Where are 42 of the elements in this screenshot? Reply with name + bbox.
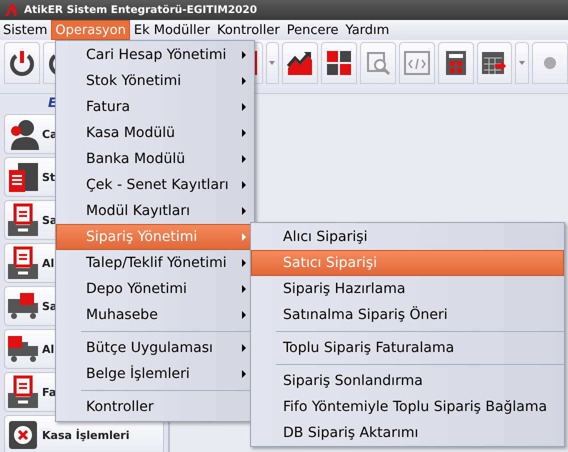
menu-item[interactable]: Sipariş Sonlandırma [251,368,564,394]
menu-item[interactable]: Stok Yönetimi [56,68,254,94]
caret-icon [269,61,276,65]
toolbar-button[interactable] [282,42,318,84]
menu-item[interactable]: Fifo Yöntemiyle Toplu Sipariş Bağlama [251,394,564,420]
toolbar-button[interactable] [438,42,474,84]
menu-item[interactable]: Talep/Teklif Yönetimi [56,250,254,276]
document-search-icon [364,50,391,76]
menu-title[interactable]: Kontroller [214,20,283,40]
menu-item[interactable]: Banka Modülü [56,146,254,172]
clipboard-icon [6,160,40,194]
menu-item[interactable]: Sipariş Hazırlama [251,276,564,302]
code-icon [404,50,430,76]
menu-item[interactable]: Muhasebe [56,302,254,328]
chart-icon [287,50,314,76]
toolbar-button[interactable] [476,42,512,84]
logo-icon [4,3,18,17]
menu-item[interactable]: Satınalma Sipariş Öneri [251,302,564,328]
menu-item[interactable]: Çek - Senet Kayıtları [56,172,254,198]
menu-title[interactable]: Ek Modüller [130,20,213,40]
document-tray-icon [6,375,40,409]
menu-item[interactable]: Fatura [56,94,254,120]
menu-title[interactable]: Sistem [0,20,50,40]
menu-item[interactable]: Cari Hesap Yönetimi [56,42,254,68]
menu-item[interactable]: Alıcı Siparişi [251,224,564,250]
power-button[interactable] [4,42,40,84]
grid-icon [326,50,352,76]
document-tray-icon [6,246,40,280]
caret-icon [519,61,526,65]
menu-item[interactable]: Belge İşlemleri [56,361,254,387]
menu-item[interactable]: Depo Yönetimi [56,276,254,302]
menu-title[interactable]: Pencere [284,20,342,40]
window-title: AtikER Sistem Entegratörü-EGITIM2020 [24,4,258,16]
menu-item[interactable]: Toplu Sipariş Faturalama [251,335,564,361]
menu-item[interactable]: Kasa Modülü [56,120,254,146]
document-tray-icon [6,203,40,237]
menu-item[interactable]: Modül Kayıtları [56,198,254,224]
menu-title[interactable]: Yardım [342,20,392,40]
menu-item[interactable]: DB Sipariş Aktarımı [251,420,564,446]
menu-item[interactable]: Bütçe Uygulaması [56,335,254,361]
safe-icon [6,418,40,452]
toolbar-button[interactable] [321,42,358,84]
